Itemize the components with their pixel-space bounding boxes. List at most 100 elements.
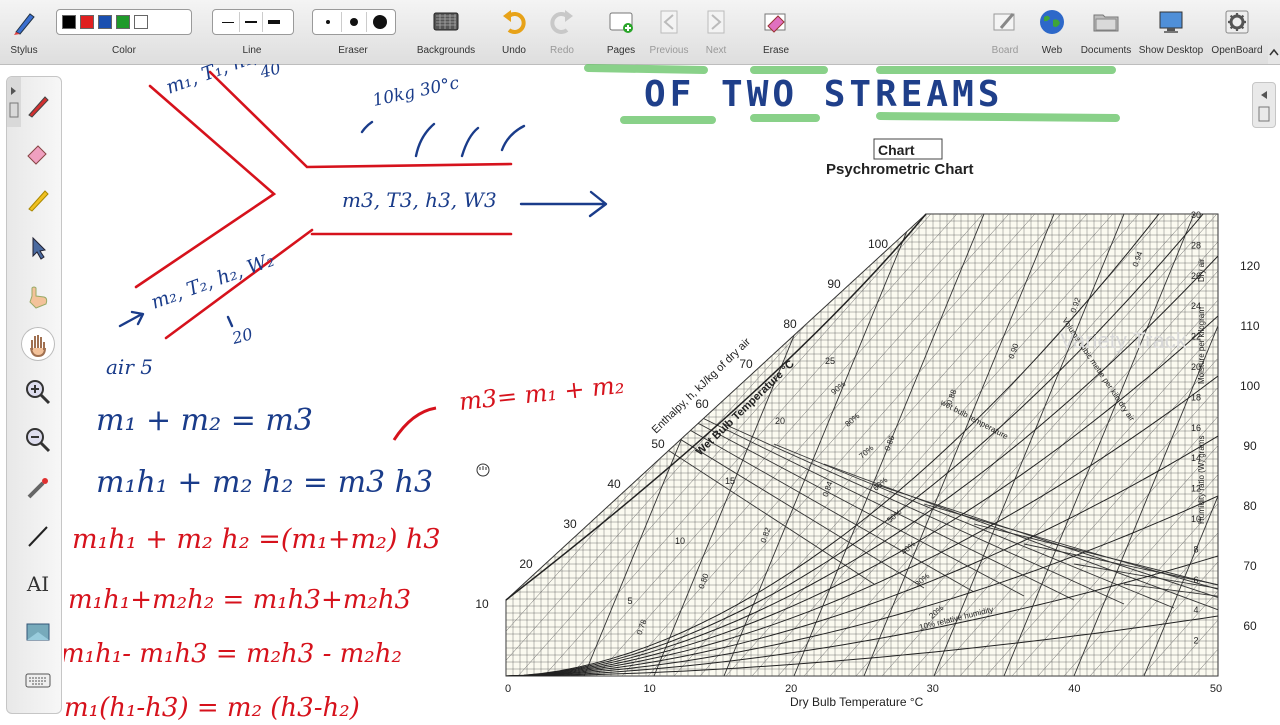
keyboard-icon xyxy=(25,673,51,688)
previous-button[interactable]: Previous xyxy=(646,0,692,64)
laser-pointer-icon xyxy=(27,478,48,499)
psychrometric-chart: Chart Psychrometric Chart 0 10 20 30 40 50 100… xyxy=(475,138,1280,709)
color-label: Color xyxy=(112,45,136,56)
stylus-button[interactable]: Stylus xyxy=(4,0,44,64)
inlet2-temp-tick xyxy=(226,315,234,328)
right-scale-tick-label: 80 xyxy=(1243,499,1257,513)
line-label: Line xyxy=(242,45,262,56)
eraser-medium-option[interactable] xyxy=(342,12,368,32)
toolbar-scroll-button[interactable] xyxy=(1268,40,1280,64)
board-button[interactable]: Board xyxy=(984,0,1026,64)
x-tick-label: 50 xyxy=(1210,683,1222,695)
dry-air-label: Dry air xyxy=(1197,258,1206,282)
color-black-swatch[interactable] xyxy=(62,15,76,29)
chevron-left-icon xyxy=(1258,91,1270,122)
enthalpy-tick-label: 20 xyxy=(519,557,533,571)
board-label: Board xyxy=(991,45,1019,56)
show-desktop-button[interactable]: Show Desktop xyxy=(1138,0,1204,64)
color-white-swatch[interactable] xyxy=(134,15,148,29)
color-green-swatch[interactable] xyxy=(116,15,130,29)
previous-label: Previous xyxy=(649,45,689,56)
laser-pointer-tool[interactable] xyxy=(21,471,55,505)
eraser-large-option[interactable] xyxy=(367,12,392,32)
outlet-stream-label: m3, T3, h3, W3 xyxy=(342,188,497,212)
enthalpy-tick-label: 70 xyxy=(739,357,753,371)
inlet2-arrow xyxy=(118,310,145,328)
wet-bulb-tick-label: 15 xyxy=(725,476,735,486)
line-thick-option[interactable] xyxy=(263,12,285,32)
color-red-swatch[interactable] xyxy=(80,15,94,29)
eraser-small-option[interactable] xyxy=(316,12,342,32)
enthalpy-tick-label: 40 xyxy=(607,477,621,491)
select-tool[interactable] xyxy=(21,231,55,265)
enthalpy-line xyxy=(1272,206,1280,676)
chevron-up-icon xyxy=(1269,48,1279,56)
board-icon xyxy=(993,13,1015,31)
outlet-arrow xyxy=(519,190,608,218)
capture-tool[interactable] xyxy=(21,615,55,649)
x-tick-label: 10 xyxy=(643,683,655,695)
zoom-out-icon xyxy=(26,428,51,453)
right-scale-tick-label: 100 xyxy=(1240,379,1260,393)
equation-step-4: m₁(h₁-h3) = m₂ (h3-h₂) xyxy=(64,693,360,720)
moisture-label: Moisture per kilogram xyxy=(1197,307,1206,384)
next-button[interactable]: Next xyxy=(696,0,736,64)
documents-button[interactable]: Documents xyxy=(1078,0,1134,64)
x-tick-label: 20 xyxy=(785,683,797,695)
highlighter-tool[interactable] xyxy=(21,183,55,217)
erase-button[interactable]: Erase xyxy=(756,0,796,64)
eraser-tool[interactable] xyxy=(21,135,55,169)
documents-label: Documents xyxy=(1080,45,1132,56)
globe-icon xyxy=(1040,10,1064,34)
board-drawing: m₁, T₁, h₁, W₁ 40 m3, T3, h3, W3 10kg 30… xyxy=(60,34,1280,723)
dock-handle[interactable] xyxy=(7,77,21,127)
eraser-size-picker xyxy=(312,9,396,35)
watermark: Variety Track xyxy=(1060,328,1188,353)
interact-tool[interactable] xyxy=(21,279,55,313)
zoom-out-tool[interactable] xyxy=(21,423,55,457)
capture-icon xyxy=(26,623,50,641)
undo-label: Undo xyxy=(502,45,526,56)
pen-tool[interactable] xyxy=(21,89,55,123)
highlighter-icon xyxy=(28,190,49,212)
equation-step-2: m₁h₁+m₂h₂ = m₁h3+m₂h3 xyxy=(68,585,411,615)
eraser-group: Eraser xyxy=(310,0,396,64)
enthalpy-tick-label: 50 xyxy=(651,437,665,451)
erase-icon xyxy=(764,13,786,33)
pages-button[interactable]: Pages xyxy=(601,0,641,64)
undo-button[interactable]: Undo xyxy=(494,0,534,64)
backgrounds-button[interactable]: Backgrounds xyxy=(412,0,480,64)
pointing-hand-icon xyxy=(29,286,48,309)
humidity-ratio-tick-label: 8 xyxy=(1193,544,1198,554)
text-tool[interactable]: AI xyxy=(21,567,55,601)
zoom-in-tool[interactable] xyxy=(21,375,55,409)
right-scale-tick-label: 120 xyxy=(1240,259,1260,273)
keyboard-tool[interactable] xyxy=(21,663,55,697)
web-button[interactable]: Web xyxy=(1032,0,1072,64)
humidity-ratio-tick-label: 4 xyxy=(1193,605,1198,615)
line-tool[interactable] xyxy=(21,519,55,553)
humidity-ratio-label: Humidity ratio (W) grams xyxy=(1197,436,1206,524)
line-medium-option[interactable] xyxy=(240,12,263,32)
red-pointer-stroke xyxy=(392,406,437,441)
arrow-pointer-icon xyxy=(32,236,47,260)
right-panel-toggle[interactable] xyxy=(1252,82,1276,128)
next-label: Next xyxy=(705,45,727,56)
color-blue-swatch[interactable] xyxy=(98,15,112,29)
hand-cursor-icon xyxy=(476,463,490,477)
right-scale-tick-label: 60 xyxy=(1243,619,1257,633)
show-desktop-label: Show Desktop xyxy=(1138,45,1204,56)
redo-button[interactable]: Redo xyxy=(542,0,582,64)
folder-icon xyxy=(1093,14,1119,32)
line-thin-option[interactable] xyxy=(217,12,240,32)
board-canvas[interactable]: m₁, T₁, h₁, W₁ 40 m3, T3, h3, W3 10kg 30… xyxy=(60,34,1280,723)
humidity-ratio-tick-label: 2 xyxy=(1193,636,1198,646)
stylus-icon xyxy=(14,13,35,35)
board-title: OF TWO STREAMS xyxy=(584,64,1120,124)
hand-tool[interactable] xyxy=(21,327,55,361)
redo-label: Redo xyxy=(550,45,574,56)
line-group: Line xyxy=(210,0,294,64)
humidity-ratio-tick-label: 30 xyxy=(1191,210,1201,220)
openboard-button[interactable]: OpenBoard xyxy=(1208,0,1266,64)
humidity-strokes xyxy=(360,120,526,158)
